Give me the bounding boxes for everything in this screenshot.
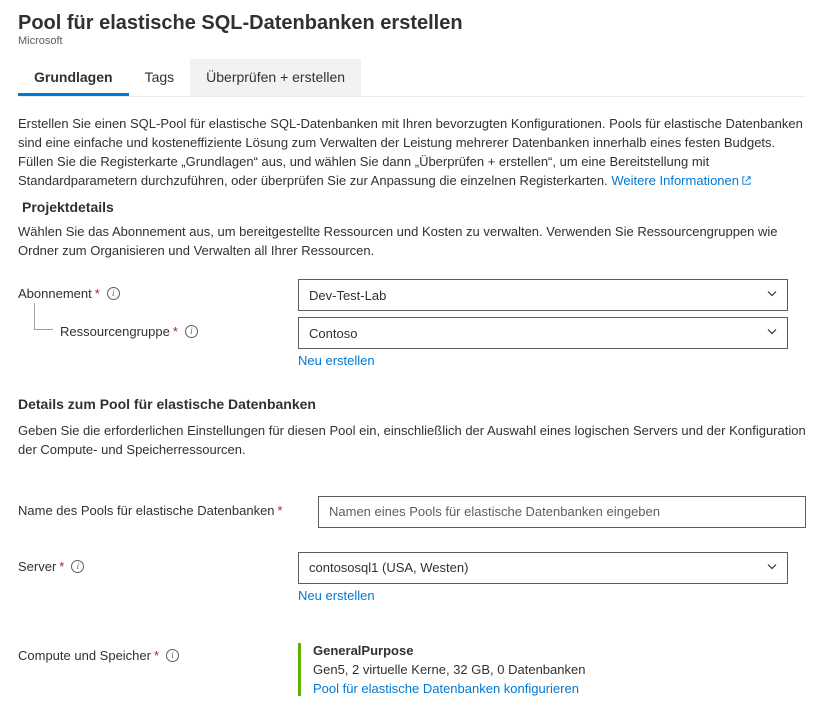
compute-storage-label: Compute und Speicher* i <box>18 641 298 663</box>
resource-group-select[interactable]: Contoso <box>298 317 788 349</box>
project-details-heading: Projektdetails <box>22 199 806 215</box>
subscription-label: Abonnement * i <box>18 279 298 301</box>
learn-more-link[interactable]: Weitere Informationen <box>611 173 752 188</box>
pool-details-desc: Geben Sie die erforderlichen Einstellung… <box>18 422 806 460</box>
tab-tags[interactable]: Tags <box>129 59 191 96</box>
server-select[interactable]: contososql1 (USA, Westen) <box>298 552 788 584</box>
tab-basics[interactable]: Grundlagen <box>18 59 129 96</box>
resource-group-label: Ressourcengruppe * i <box>18 317 298 339</box>
compute-detail: Gen5, 2 virtuelle Kerne, 32 GB, 0 Datenb… <box>313 662 788 677</box>
subscription-select[interactable]: Dev-Test-Lab <box>298 279 788 311</box>
compute-tier: GeneralPurpose <box>313 643 788 658</box>
server-label: Server * i <box>18 552 298 574</box>
compute-summary: GeneralPurpose Gen5, 2 virtuelle Kerne, … <box>298 643 788 696</box>
required-icon: * <box>59 559 64 574</box>
info-icon[interactable]: i <box>166 649 179 662</box>
create-new-server-link[interactable]: Neu erstellen <box>298 588 375 603</box>
project-details-desc: Wählen Sie das Abonnement aus, um bereit… <box>18 223 806 261</box>
page-title: Pool für elastische SQL-Datenbanken erst… <box>18 12 806 35</box>
configure-pool-link[interactable]: Pool für elastische Datenbanken konfigur… <box>313 681 788 696</box>
pool-name-label: Name des Pools für elastische Datenbanke… <box>18 496 318 518</box>
pool-details-heading: Details zum Pool für elastische Datenban… <box>18 396 806 412</box>
tab-review-create[interactable]: Überprüfen + erstellen <box>190 59 361 96</box>
required-icon: * <box>95 286 100 301</box>
vendor-label: Microsoft <box>18 35 806 47</box>
tab-bar: Grundlagen Tags Überprüfen + erstellen <box>18 59 806 97</box>
required-icon: * <box>278 503 283 518</box>
required-icon: * <box>173 324 178 339</box>
create-new-rg-link[interactable]: Neu erstellen <box>298 353 375 368</box>
external-link-icon <box>741 173 752 192</box>
info-icon[interactable]: i <box>185 325 198 338</box>
required-icon: * <box>154 648 159 663</box>
intro-text: Erstellen Sie einen SQL-Pool für elastis… <box>18 115 806 191</box>
info-icon[interactable]: i <box>71 560 84 573</box>
pool-name-input[interactable] <box>318 496 806 528</box>
info-icon[interactable]: i <box>107 287 120 300</box>
